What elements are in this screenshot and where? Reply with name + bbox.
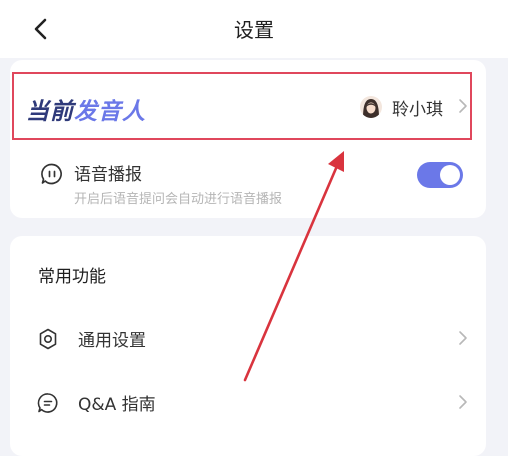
menu-item-general-settings[interactable]: 通用设置 <box>10 316 486 360</box>
speaker-name: 聆小琪 <box>392 100 443 120</box>
speaker-title-part1: 当前 <box>26 99 74 125</box>
page-title: 设置 <box>234 18 274 42</box>
voice-broadcast-label: 语音播报 <box>74 165 142 185</box>
toggle-knob <box>440 165 460 185</box>
current-speaker-row[interactable]: 当前发音人 聆小琪 <box>12 72 472 140</box>
section-title-common: 常用功能 <box>38 267 106 287</box>
chat-icon <box>37 393 58 413</box>
chevron-right-icon <box>459 331 467 345</box>
menu-item-qa-guide[interactable]: Q&A 指南 <box>10 380 486 424</box>
gear-icon <box>39 328 57 350</box>
header-bar: 设置 <box>0 0 508 58</box>
speaker-title-part2: 发音人 <box>74 99 146 125</box>
menu-item-label: Q&A 指南 <box>78 395 156 415</box>
menu-item-label: 通用设置 <box>78 331 146 351</box>
voice-broadcast-toggle[interactable] <box>417 162 463 188</box>
voice-broadcast-description: 开启后语音提问会自动进行语音播报 <box>74 192 283 207</box>
chevron-right-icon <box>459 395 467 409</box>
voice-broadcast-icon <box>41 163 62 185</box>
current-speaker-title: 当前发音人 <box>26 92 146 126</box>
chevron-right-icon <box>459 99 467 113</box>
speaker-avatar <box>360 96 382 118</box>
